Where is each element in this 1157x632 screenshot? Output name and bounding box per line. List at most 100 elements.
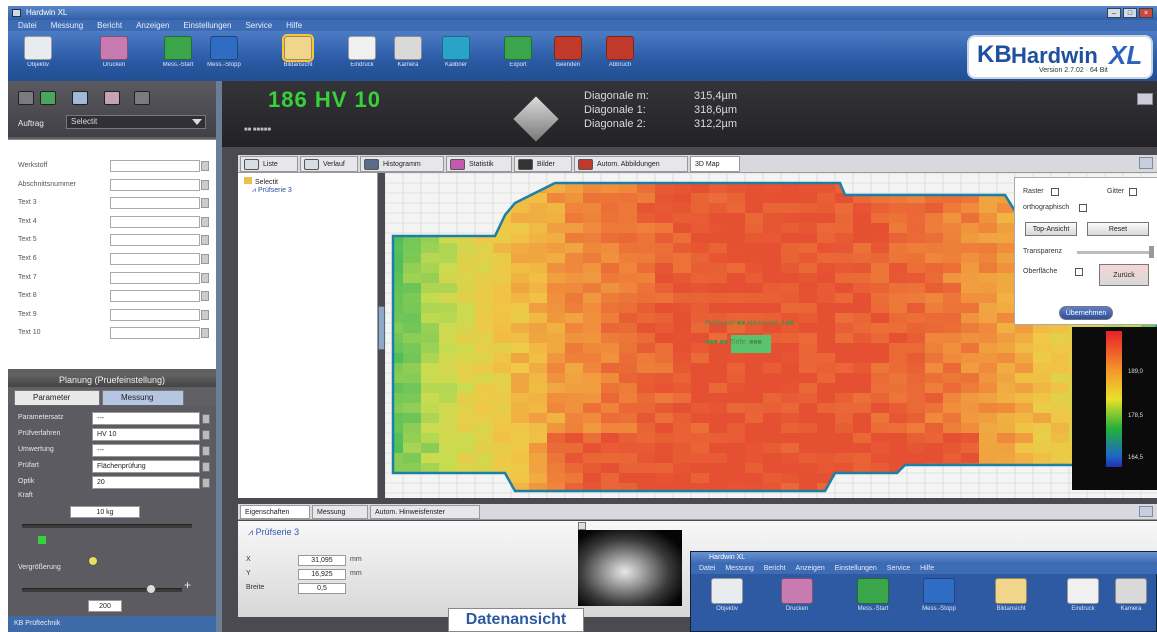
series-link[interactable]: ⩘ Prüfserie 3 — [248, 527, 299, 538]
job-field-input[interactable] — [110, 308, 200, 321]
reset-button[interactable]: Reset — [1087, 222, 1149, 236]
tab-messung[interactable]: Messung — [102, 390, 184, 405]
menu-hilfe[interactable]: Hilfe — [286, 20, 302, 31]
tree-root[interactable]: Selectit — [244, 177, 278, 186]
edit-icon[interactable] — [202, 446, 210, 456]
indent-thumbnail[interactable] — [578, 530, 682, 606]
bottom-tab-messung[interactable]: Messung — [312, 505, 368, 519]
job-field-input[interactable] — [110, 290, 200, 303]
tab-3d-map[interactable]: 3D Map — [690, 156, 740, 172]
menu-anzeigen[interactable]: Anzeigen — [136, 20, 169, 31]
auftrag-select[interactable]: Selectit — [66, 115, 206, 129]
toolbar-button-export[interactable]: Export — [498, 36, 538, 74]
thumbnail-close-icon[interactable] — [578, 522, 586, 530]
ellipsis-icon[interactable] — [201, 198, 209, 209]
mini-toolbar-button-microscope[interactable]: Objektiv — [705, 578, 749, 612]
ellipsis-icon[interactable] — [201, 272, 209, 283]
mini-menu-einstellungen[interactable]: Einstellungen — [835, 564, 877, 574]
edit-icon[interactable] — [202, 430, 210, 440]
gitter-checkbox[interactable] — [1129, 188, 1137, 196]
close-button[interactable]: × — [1139, 8, 1153, 18]
edit-icon[interactable] — [202, 414, 210, 424]
toolbar-button-exit[interactable]: Beenden — [548, 36, 588, 74]
mini-menu-messung[interactable]: Messung — [725, 564, 753, 574]
planung-value[interactable]: 20 — [92, 476, 200, 489]
ellipsis-icon[interactable] — [201, 235, 209, 246]
edit-icon[interactable] — [202, 478, 210, 488]
menu-service[interactable]: Service — [245, 20, 272, 31]
job-field-input[interactable] — [110, 253, 200, 265]
mini-toolbar-button-indent[interactable]: Eindruck — [1061, 578, 1105, 612]
mini-toolbar-button-camera[interactable]: Kamera — [1109, 578, 1153, 612]
maximize-button[interactable]: □ — [1123, 8, 1137, 18]
toolbar-button-microscope[interactable]: Objektiv — [18, 36, 58, 74]
toolbar-button-camera[interactable]: Kamera — [388, 36, 428, 74]
mini-menu-bericht[interactable]: Bericht — [764, 564, 786, 574]
minimize-button[interactable]: – — [1107, 8, 1121, 18]
transparenz-slider-thumb[interactable] — [1149, 246, 1154, 258]
menu-messung[interactable]: Messung — [51, 20, 83, 31]
vergroesserung-slider-thumb[interactable] — [146, 584, 156, 594]
menu-datei[interactable]: Datei — [18, 20, 37, 31]
forward-arrow-icon[interactable] — [134, 91, 150, 105]
edit-icon[interactable] — [202, 462, 210, 472]
tree-child[interactable]: ⩘ Prüfserie 3 — [252, 187, 292, 195]
coord-value[interactable]: 16,925 — [298, 569, 346, 580]
mini-menu-anzeigen[interactable]: Anzeigen — [796, 564, 825, 574]
ellipsis-icon[interactable] — [201, 254, 209, 264]
toolbar-button-calibrate[interactable]: Kalibrier — [436, 36, 476, 74]
mini-toolbar-button-printer[interactable]: Drucken — [775, 578, 819, 612]
mini-toolbar-button-globe[interactable]: Mess.-Stopp — [917, 578, 961, 612]
job-field-input[interactable] — [110, 197, 200, 210]
oberflaeche-checkbox[interactable] — [1075, 268, 1083, 276]
bottom-tab-eigenschaften[interactable]: Eigenschaften — [240, 505, 310, 519]
vergroesserung-slider[interactable] — [22, 588, 182, 592]
ellipsis-icon[interactable] — [201, 161, 209, 171]
toolbar-button-image-view[interactable]: Bildansicht — [278, 34, 318, 74]
toolbar-button-globe[interactable]: Mess.-Stopp — [204, 36, 244, 74]
job-field-input[interactable] — [110, 271, 200, 284]
collapse-button[interactable] — [1137, 93, 1153, 105]
ellipsis-icon[interactable] — [201, 216, 209, 227]
kraft-slider[interactable] — [22, 524, 192, 528]
tabs-dropdown-button[interactable] — [1139, 157, 1153, 169]
toolbar-button-printer[interactable]: Drucken — [94, 36, 134, 74]
save-job-icon[interactable] — [72, 91, 88, 105]
tab-statistik[interactable]: Statistik — [446, 156, 512, 172]
mini-toolbar-button-image-view[interactable]: Bildansicht — [989, 578, 1033, 612]
planung-value[interactable]: HV 10 — [92, 428, 200, 441]
tab-verlauf[interactable]: Verlauf — [300, 156, 358, 172]
mini-toolbar-button-start[interactable]: Mess.-Start — [851, 578, 895, 612]
tab-bilder[interactable]: Bilder — [514, 156, 572, 172]
job-field-input[interactable] — [110, 160, 200, 172]
coord-value[interactable]: 0,5 — [298, 583, 346, 594]
print-job-icon[interactable] — [104, 91, 120, 105]
ellipsis-icon[interactable] — [201, 309, 209, 320]
menu-einstellungen[interactable]: Einstellungen — [183, 20, 231, 31]
ellipsis-icon[interactable] — [201, 179, 209, 190]
job-field-input[interactable] — [110, 234, 200, 247]
toolbar-button-abort[interactable]: Abbruch — [600, 36, 640, 74]
planung-value[interactable]: --- — [92, 444, 200, 457]
mini-menu-service[interactable]: Service — [887, 564, 910, 574]
new-job-icon[interactable] — [40, 91, 56, 105]
menu-bericht[interactable]: Bericht — [97, 20, 122, 31]
planung-value[interactable]: Flächenprüfung — [92, 460, 200, 473]
job-field-input[interactable] — [110, 178, 200, 191]
panel-splitter[interactable] — [378, 306, 385, 350]
back-arrow-icon[interactable] — [18, 91, 34, 105]
tab-parameter[interactable]: Parameter — [14, 390, 100, 405]
orthographisch-checkbox[interactable] — [1079, 204, 1087, 212]
job-field-input[interactable] — [110, 327, 200, 340]
bottom-tabs-dropdown-button[interactable] — [1139, 506, 1153, 517]
mini-menu-hilfe[interactable]: Hilfe — [920, 564, 934, 574]
toolbar-button-start[interactable]: Mess.-Start — [158, 36, 198, 74]
toolbar-button-indent[interactable]: Eindruck — [342, 36, 382, 74]
coord-value[interactable]: 31,095 — [298, 555, 346, 566]
transparenz-slider[interactable] — [1077, 251, 1153, 254]
zuruecksetzen-button[interactable]: Zurück — [1099, 264, 1149, 286]
tab-histogramm[interactable]: Histogramm — [360, 156, 444, 172]
apply-button[interactable]: Übernehmen — [1059, 306, 1113, 320]
planung-value[interactable]: --- — [92, 412, 200, 425]
tab-autom-abbildungen[interactable]: Autom. Abbildungen — [574, 156, 688, 172]
